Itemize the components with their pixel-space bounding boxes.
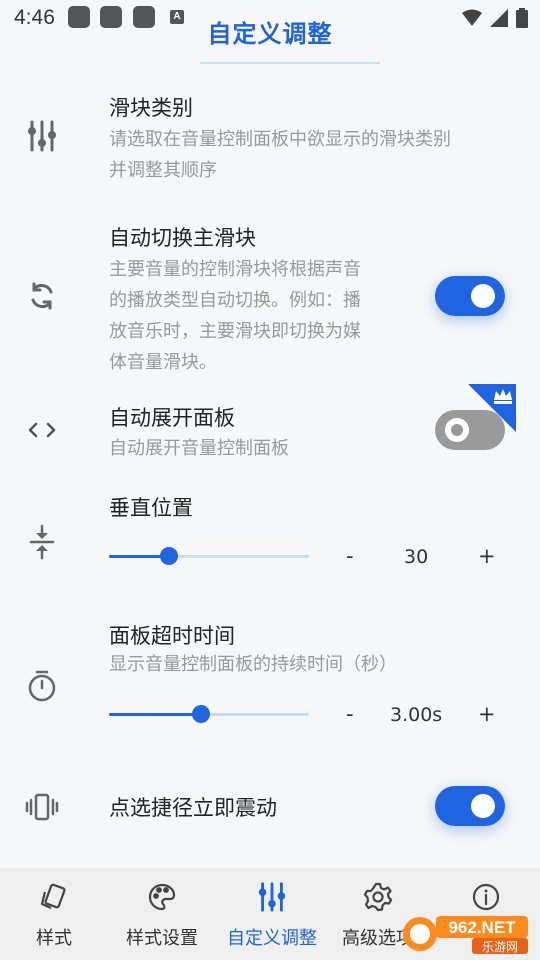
setting-panel-timeout: 面板超时时间 显示音量控制面板的持续时间（秒） - 3.00s + bbox=[0, 616, 540, 736]
setting-vibrate[interactable]: 点选捷径立即震动 bbox=[0, 782, 540, 832]
increase-button[interactable]: + bbox=[478, 702, 496, 726]
row-title: 滑块类别 bbox=[109, 96, 193, 120]
toggle-knob bbox=[471, 284, 495, 308]
toggle-knob bbox=[471, 794, 495, 818]
decrease-button[interactable]: - bbox=[346, 702, 354, 726]
sliders-icon bbox=[22, 116, 62, 156]
nav-tab-style[interactable]: 样式 bbox=[14, 868, 94, 960]
premium-crown-icon bbox=[468, 384, 516, 432]
watermark-logo: 962.NET 乐游网 bbox=[403, 916, 528, 954]
auto-switch-toggle[interactable] bbox=[435, 276, 505, 316]
watermark-sub: 乐游网 bbox=[482, 940, 518, 954]
row-description: 请选取在音量控制面板中欲显示的滑块类别 bbox=[109, 129, 451, 150]
nav-label: 自定义调整 bbox=[227, 928, 317, 949]
nav-tab-custom-adjust[interactable]: 自定义调整 bbox=[222, 868, 322, 960]
vibrate-icon bbox=[22, 787, 62, 827]
info-icon bbox=[469, 880, 503, 914]
increase-button[interactable]: + bbox=[478, 544, 496, 568]
vertical-position-slider[interactable] bbox=[109, 547, 309, 565]
panel-timeout-slider[interactable] bbox=[109, 705, 309, 723]
row-description: 自动展开音量控制面板 bbox=[109, 438, 289, 459]
row-title: 自动切换主滑块 bbox=[109, 226, 256, 250]
sync-icon bbox=[22, 276, 62, 316]
setting-auto-expand[interactable]: 自动展开面板 自动展开音量控制面板 bbox=[0, 384, 540, 476]
page-title: 自定义调整 bbox=[207, 20, 333, 48]
row-description: 的播放类型自动切换。例如：播 bbox=[109, 290, 361, 311]
site-watermark: 962.NET 乐游网 bbox=[400, 912, 530, 956]
row-title: 垂直位置 bbox=[109, 496, 193, 520]
palette-icon bbox=[145, 880, 179, 914]
row-description: 并调整其顺序 bbox=[109, 160, 217, 181]
row-title: 面板超时时间 bbox=[109, 624, 235, 648]
title-underline bbox=[200, 62, 380, 64]
setting-slider-type[interactable]: 滑块类别 请选取在音量控制面板中欲显示的滑块类别 并调整其顺序 bbox=[0, 86, 540, 196]
setting-vertical-position: 垂直位置 - 30 + bbox=[0, 488, 540, 588]
slider-thumb[interactable] bbox=[192, 705, 210, 723]
slider-thumb[interactable] bbox=[160, 547, 178, 565]
stopwatch-icon bbox=[22, 666, 62, 706]
cards-icon bbox=[37, 880, 71, 914]
slider-fill bbox=[109, 713, 201, 716]
sliders-icon bbox=[255, 880, 289, 914]
row-description: 放音乐时，主要滑块即切换为媒 bbox=[109, 321, 361, 342]
nav-tab-style-settings[interactable]: 样式设置 bbox=[120, 868, 204, 960]
row-title: 自动展开面板 bbox=[109, 406, 235, 430]
slider-value: 3.00s bbox=[390, 704, 443, 726]
slider-value: 30 bbox=[404, 546, 429, 568]
setting-auto-switch[interactable]: 自动切换主滑块 主要音量的控制滑块将根据声音 的播放类型自动切换。例如：播 放音… bbox=[0, 218, 540, 378]
nav-label: 样式设置 bbox=[126, 928, 198, 949]
code-brackets-icon bbox=[22, 410, 62, 450]
watermark-brand: 962.NET bbox=[448, 918, 516, 937]
gear-icon bbox=[361, 880, 395, 914]
nav-label: 样式 bbox=[36, 928, 72, 949]
vibrate-toggle[interactable] bbox=[435, 786, 505, 826]
toggle-knob bbox=[445, 418, 469, 442]
row-description: 显示音量控制面板的持续时间（秒） bbox=[109, 654, 397, 675]
row-description: 主要音量的控制滑块将根据声音 bbox=[109, 259, 361, 280]
vertical-align-icon bbox=[22, 522, 62, 562]
row-title: 点选捷径立即震动 bbox=[109, 796, 277, 820]
decrease-button[interactable]: - bbox=[346, 544, 354, 568]
row-description: 体音量滑块。 bbox=[109, 352, 217, 373]
